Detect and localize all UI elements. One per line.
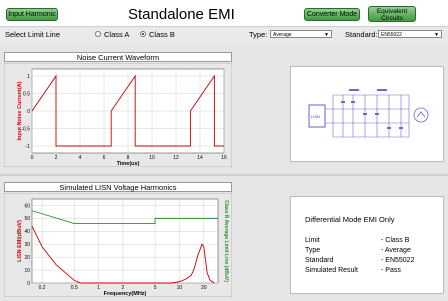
y-tick-label: 20 bbox=[24, 255, 30, 261]
y-tick-label: 60 bbox=[24, 203, 30, 209]
y-tick-label: 30 bbox=[24, 242, 30, 248]
x-tick-label: 0 bbox=[31, 155, 34, 161]
x-tick-label: 6 bbox=[103, 155, 106, 161]
class-b-label: Class B bbox=[149, 30, 175, 39]
y-tick-label: 50 bbox=[24, 216, 30, 222]
y-tick-label: 0.5 bbox=[23, 91, 30, 97]
y-tick-label: 40 bbox=[24, 229, 30, 235]
standard-label: Standard: bbox=[345, 30, 378, 39]
x-tick-label: 4 bbox=[79, 155, 82, 161]
limit-toolbar: Select Limit Line Class A Class B Type: … bbox=[0, 26, 448, 43]
lisn-harmonics-title: Simulated LISN Voltage Harmonics bbox=[4, 182, 232, 192]
type-select-value: Average bbox=[273, 32, 292, 38]
result-row-label: Limit bbox=[305, 237, 320, 244]
x-tick-label: 5 bbox=[154, 285, 157, 291]
chevron-down-icon: ▼ bbox=[434, 32, 439, 38]
result-row-label: Simulated Result bbox=[305, 267, 358, 274]
y-axis-label: Input Noise Current(A) bbox=[17, 81, 23, 140]
y-axis-label: LISN EMI(dBuV) bbox=[17, 220, 23, 262]
y-tick-label: -1 bbox=[26, 144, 31, 150]
x-axis-label: Time(us) bbox=[117, 161, 140, 167]
plot-area bbox=[31, 198, 219, 284]
standard-select-value: EN55022 bbox=[381, 32, 402, 38]
x-tick-label: 1 bbox=[97, 285, 100, 291]
x-tick-label: 0.5 bbox=[71, 285, 78, 291]
noise-waveform-title: Noise Current Waveform bbox=[4, 52, 232, 62]
type-label: Type: bbox=[249, 30, 268, 39]
page-title: Standalone EMI bbox=[128, 6, 235, 23]
result-row-value: - Pass bbox=[381, 267, 401, 274]
y-tick-label: 10 bbox=[24, 268, 30, 274]
equivalent-circuits-button[interactable]: Equivalent Circuits bbox=[368, 6, 416, 22]
input-harmonic-button[interactable]: Input Harmonic bbox=[6, 8, 58, 21]
class-b-radio[interactable] bbox=[140, 31, 146, 37]
select-limit-label: Select Limit Line bbox=[5, 30, 61, 39]
result-row-value: - Class B bbox=[381, 237, 410, 244]
y-axis-right-label: Class B Average Limit Line (dBuV) bbox=[223, 200, 229, 282]
x-tick-label: 10 bbox=[177, 285, 183, 291]
x-axis-label: Frequency(MHz) bbox=[104, 291, 147, 297]
equivalent-circuit-diagram: LISN bbox=[308, 89, 429, 138]
class-a-radio[interactable] bbox=[95, 31, 101, 37]
converter-mode-button[interactable]: Converter Mode bbox=[304, 8, 360, 21]
result-row-label: Type bbox=[305, 247, 321, 254]
x-tick-label: 12 bbox=[173, 155, 179, 161]
circuit-wiring bbox=[325, 94, 410, 138]
x-tick-label: 16 bbox=[221, 155, 227, 161]
x-tick-label: 2 bbox=[55, 155, 58, 161]
lisn-harmonics-chart: 0.2 0.5 1 2 5 10 200102030405060Frequency(MHz)… bbox=[4, 193, 232, 297]
result-panel: Differential Mode EMI Only Limit - Class … bbox=[290, 196, 444, 294]
y-tick-label: 0 bbox=[27, 109, 30, 115]
noise-source-icon bbox=[413, 107, 429, 123]
class-a-label: Class A bbox=[104, 30, 130, 39]
result-heading: Differential Mode EMI Only bbox=[305, 215, 395, 224]
y-tick-label: 0 bbox=[27, 281, 30, 287]
y-tick-label: 1 bbox=[27, 74, 30, 80]
x-tick-label: 20 bbox=[201, 285, 207, 291]
result-row-value: - Average bbox=[381, 247, 411, 254]
equivalent-circuit-panel: LISN bbox=[290, 66, 444, 162]
x-tick-label: 14 bbox=[197, 155, 203, 161]
lisn-label: LISN bbox=[311, 114, 320, 119]
type-select[interactable]: Average ▼ bbox=[270, 30, 332, 38]
x-tick-label: 0.2 bbox=[39, 285, 46, 291]
standard-select[interactable]: EN55022 ▼ bbox=[378, 30, 442, 38]
result-row-label: Standard bbox=[305, 257, 334, 264]
chevron-down-icon: ▼ bbox=[324, 32, 329, 38]
result-row-value: - EN55022 bbox=[381, 257, 415, 264]
noise-current-chart: 0 2 4 6 8 10 12 14 16-1-0.500.51Time(us)Input No… bbox=[4, 63, 232, 167]
x-tick-label: 10 bbox=[149, 155, 155, 161]
